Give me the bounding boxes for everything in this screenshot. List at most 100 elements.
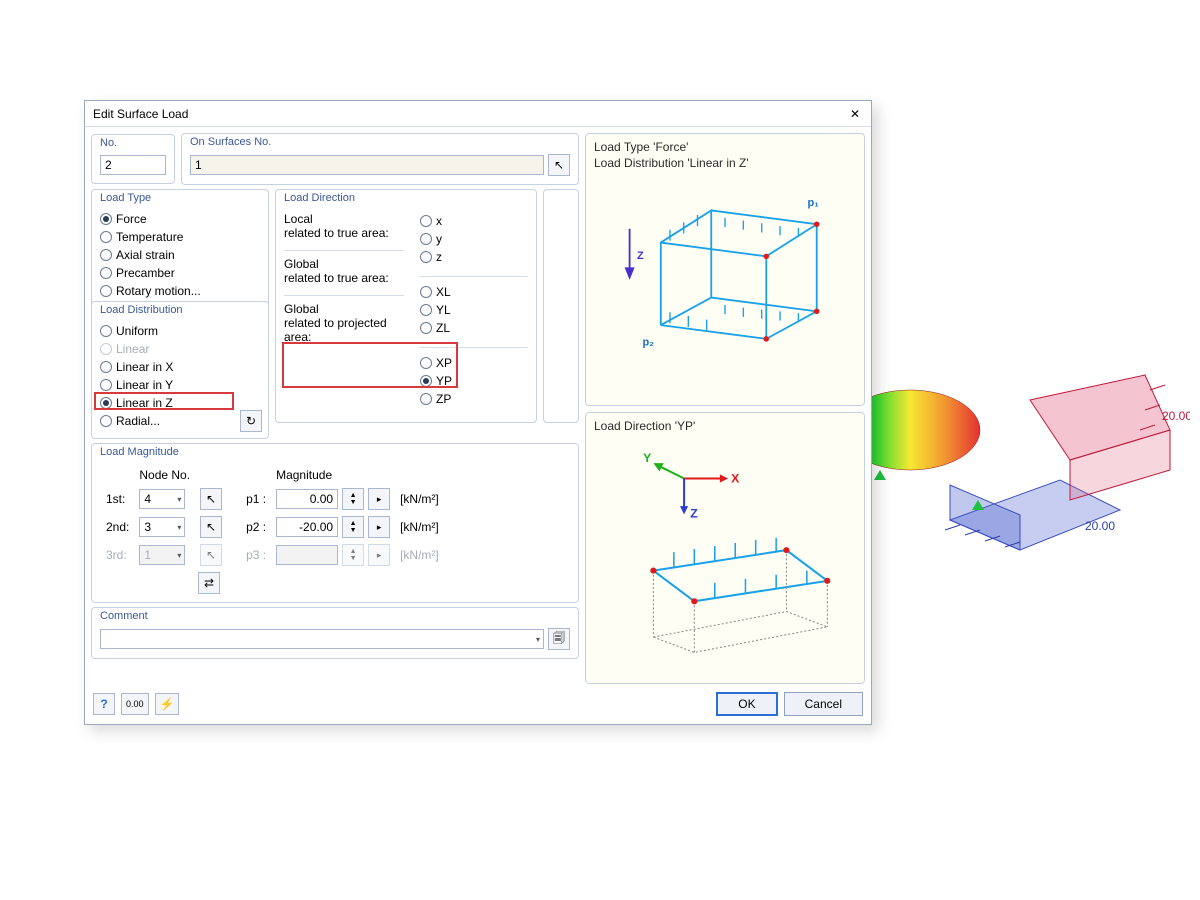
radio-label: x (436, 214, 442, 228)
radio-label: Linear in X (116, 360, 173, 374)
load-distribution-group: Load Distribution Uniform Linear Linear … (91, 301, 269, 439)
swap-nodes-button[interactable]: ⇄ (198, 572, 220, 594)
ok-button[interactable]: OK (716, 692, 777, 716)
mag-node-select: 1▾ (139, 545, 185, 565)
mag-value-input[interactable] (276, 489, 338, 509)
units-icon: 0.00 (126, 699, 144, 709)
dir-global-true-label: Global (284, 257, 404, 271)
radio-icon (100, 249, 112, 261)
load-direction-option[interactable]: YL (420, 301, 528, 319)
load-distribution-more-button[interactable]: ↻ (240, 410, 262, 432)
radio-label: Uniform (116, 324, 158, 338)
mag-step-button[interactable]: ▸ (368, 488, 390, 510)
chevron-right-icon: ▸ (377, 522, 382, 533)
help-icon: ? (100, 697, 107, 711)
lightning-icon: ⚡ (160, 697, 175, 711)
mag-node-value: 4 (144, 492, 151, 506)
comment-combo[interactable]: ▾ (100, 629, 544, 649)
radio-icon (100, 397, 112, 409)
load-distribution-option[interactable]: Uniform (100, 322, 260, 340)
dir-local-sub: related to true area: (284, 226, 404, 240)
pick-node-button: ↖ (200, 544, 222, 566)
mag-p-label: p3 : (228, 542, 270, 568)
chevron-down-icon: ▾ (177, 551, 181, 560)
close-button[interactable]: ✕ (847, 107, 863, 121)
preview2-y: Y (643, 451, 651, 465)
radio-icon (420, 251, 432, 263)
calc-button[interactable]: ⚡ (155, 693, 180, 715)
chevron-down-icon: ▼ (350, 555, 357, 562)
load-distribution-option[interactable]: Linear in Y (100, 376, 260, 394)
preview1-line1: Load Type 'Force' (594, 140, 856, 156)
preview-load-direction: Load Direction 'YP' X Y Z (585, 412, 865, 685)
cursor-icon: ↖ (206, 520, 216, 534)
chevron-up-icon: ▲ (350, 492, 357, 499)
mag-spinner[interactable]: ▲ ▼ (342, 488, 364, 510)
units-button[interactable]: 0.00 (121, 693, 149, 715)
load-direction-option[interactable]: YP (420, 372, 528, 390)
preview-load-type: Load Type 'Force' Load Distribution 'Lin… (585, 133, 865, 406)
mag-unit: [kN/m²] (396, 486, 443, 512)
mag-step-button: ▸ (368, 544, 390, 566)
load-direction-option[interactable]: x (420, 212, 528, 230)
load-distribution-title: Load Distribution (100, 304, 183, 316)
pick-node-button[interactable]: ↖ (200, 488, 222, 510)
load-type-option[interactable]: Rotary motion... (100, 282, 260, 300)
load-direction-option[interactable]: y (420, 230, 528, 248)
load-distribution-option[interactable]: Linear in X (100, 358, 260, 376)
radio-icon (420, 357, 432, 369)
load-type-option[interactable]: Temperature (100, 228, 260, 246)
dir-global-true-sub: related to true area: (284, 271, 404, 285)
radio-icon (100, 361, 112, 373)
load-distribution-option[interactable]: Radial... (100, 412, 260, 430)
mag-spinner[interactable]: ▲ ▼ (342, 516, 364, 538)
radio-label: Axial strain (116, 248, 175, 262)
radio-label: YL (436, 303, 451, 317)
load-magnitude-group: Load Magnitude Node No. Magnitude 1st: 4… (91, 443, 579, 603)
dir-global-proj-label: Global (284, 302, 404, 316)
preview1-p1: p₁ (808, 197, 820, 209)
no-label: No. (100, 137, 117, 149)
load-distribution-option: Linear (100, 340, 260, 358)
load-direction-option[interactable]: ZP (420, 390, 528, 408)
mag-value-input[interactable] (276, 517, 338, 537)
help-button[interactable]: ? (93, 693, 115, 715)
radio-icon (420, 375, 432, 387)
chevron-up-icon: ▲ (350, 548, 357, 555)
load-type-option[interactable]: Force (100, 210, 260, 228)
on-surfaces-label: On Surfaces No. (190, 136, 271, 148)
radio-label: Precamber (116, 266, 175, 280)
library-icon: 🗐 (553, 629, 565, 650)
radio-label: Force (116, 212, 147, 226)
load-direction-option[interactable]: XP (420, 354, 528, 372)
mag-node-select[interactable]: 3▾ (139, 517, 185, 537)
pick-surface-button[interactable]: ↖ (548, 154, 570, 176)
load-direction-option[interactable]: ZL (420, 319, 528, 337)
radio-label: YP (436, 374, 452, 388)
load-type-title: Load Type (100, 192, 151, 204)
load-distribution-option[interactable]: Linear in Z (100, 394, 260, 412)
radio-icon (420, 393, 432, 405)
load-type-option[interactable]: Axial strain (100, 246, 260, 264)
cancel-button[interactable]: Cancel (784, 692, 863, 716)
bg-annot-2: 20.00 (1085, 519, 1115, 533)
mag-step-button[interactable]: ▸ (368, 516, 390, 538)
radio-label: z (436, 250, 442, 264)
radio-icon (100, 325, 112, 337)
chevron-down-icon: ▼ (350, 527, 357, 534)
load-type-option[interactable]: Precamber (100, 264, 260, 282)
radio-label: Linear in Z (116, 396, 173, 410)
load-direction-option[interactable]: z (420, 248, 528, 266)
on-surfaces-input[interactable] (190, 155, 544, 175)
comment-library-button[interactable]: 🗐 (548, 628, 570, 650)
mag-node-select[interactable]: 4▾ (139, 489, 185, 509)
preview2-z: Z (690, 506, 698, 520)
cursor-icon: ↖ (206, 492, 216, 506)
swap-icon: ⇄ (204, 576, 214, 590)
pick-node-button[interactable]: ↖ (200, 516, 222, 538)
load-direction-option[interactable]: XL (420, 283, 528, 301)
no-input[interactable] (100, 155, 166, 175)
radio-icon (100, 213, 112, 225)
chevron-down-icon: ▾ (177, 495, 181, 504)
mag-node-value: 1 (144, 548, 151, 562)
